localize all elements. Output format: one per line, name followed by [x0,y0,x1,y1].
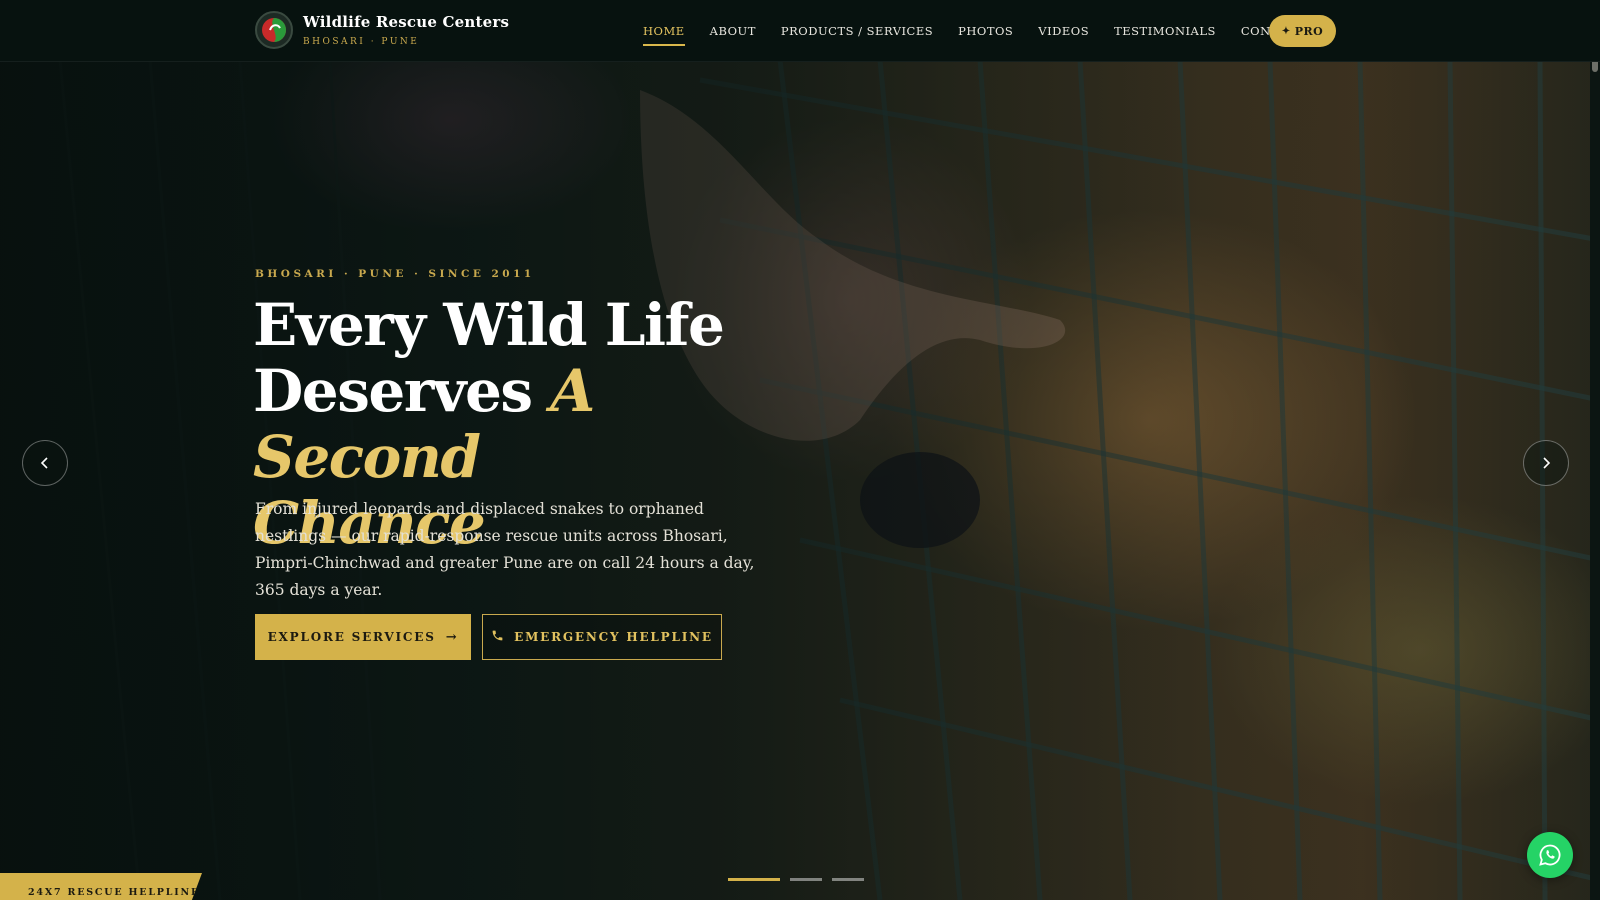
nav-item-testimonials[interactable]: TESTIMONIALS [1114,18,1216,44]
chevron-right-icon [1543,457,1551,469]
carousel-dot-1[interactable] [728,878,780,881]
brand-location: BHOSARI · PUNE [303,37,420,47]
brand[interactable]: Wildlife Rescue Centers BHOSARI · PUNE [255,11,509,49]
arrow-right-icon: → [445,629,459,645]
logo-icon [255,11,293,49]
headline-line-1: Every Wild Life [253,291,725,359]
headline-line-2-plain: Deserves [253,357,551,425]
brand-name: Wildlife Rescue Centers [303,13,510,31]
phone-icon [491,629,504,646]
nav-item-about[interactable]: ABOUT [710,18,756,44]
pro-label: PRO [1294,24,1324,38]
rescue-helpline-tab[interactable]: 24X7 RESCUE HELPLINE [0,873,202,900]
whatsapp-button[interactable] [1527,832,1573,878]
hero-description: From injured leopards and displaced snak… [255,500,755,599]
carousel-dots [728,878,874,881]
explore-services-label: EXPLORE SERVICES [267,630,436,644]
pro-button[interactable]: ✦ PRO [1269,15,1336,47]
carousel-dot-3[interactable] [832,878,864,881]
page-scrollbar[interactable] [1590,0,1600,900]
spark-icon: ✦ [1281,25,1291,37]
emergency-helpline-label: EMERGENCY HELPLINE [514,630,713,644]
chevron-left-icon [40,457,48,469]
nav-item-videos[interactable]: VIDEOS [1038,18,1089,44]
nav-item-home[interactable]: HOME [643,18,685,46]
carousel-next-button[interactable] [1523,440,1569,486]
nav-item-products-services[interactable]: PRODUCTS / SERVICES [781,18,933,44]
hero-eyebrow: BHOSARI · PUNE · SINCE 2011 [255,268,535,280]
carousel-dot-2[interactable] [790,878,822,881]
explore-services-button[interactable]: EXPLORE SERVICES → [255,614,471,660]
nav-item-photos[interactable]: PHOTOS [958,18,1013,44]
whatsapp-icon [1539,844,1561,866]
carousel-prev-button[interactable] [22,440,68,486]
top-navbar: Wildlife Rescue Centers BHOSARI · PUNE H… [0,0,1600,62]
emergency-helpline-button[interactable]: EMERGENCY HELPLINE [482,614,722,660]
main-nav: HOME ABOUT PRODUCTS / SERVICES PHOTOS VI… [643,0,1329,62]
